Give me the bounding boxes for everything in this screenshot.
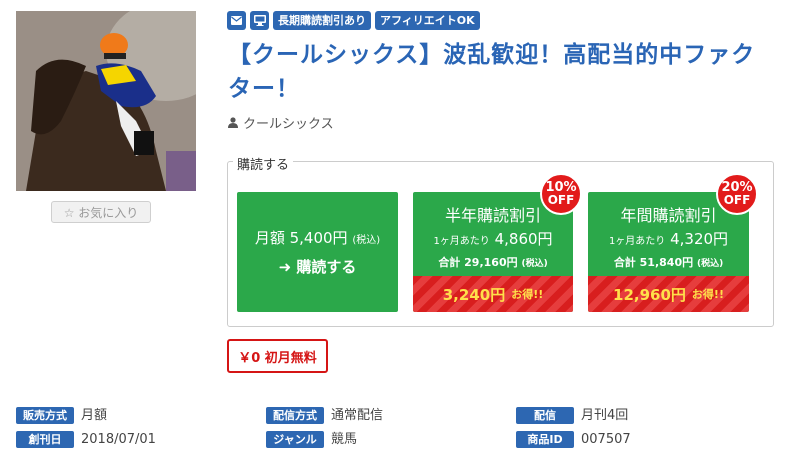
year-total: 合計 51,840円 (税込) (588, 254, 749, 270)
year-total-label: 合計 (613, 256, 636, 269)
meta-label-delivery: 配信 (516, 407, 574, 424)
year-per-month: 1ヶ月あたり 4,320円 (588, 228, 749, 249)
year-savings: 12,960円 お得!! (588, 276, 749, 312)
meta-label-product-id: 商品ID (516, 431, 574, 448)
year-per-month-value: 4,320円 (670, 230, 729, 248)
author[interactable]: クールシックス (228, 113, 334, 132)
meta-value-delivery-method: 通常配信 (331, 408, 384, 423)
meta-value-delivery: 月刊4回 (581, 408, 629, 423)
half-year-total: 合計 29,160円 (税込) (413, 254, 573, 270)
year-badge-off: OFF (723, 193, 751, 207)
monthly-price-value: 月額 5,400円 (254, 229, 348, 247)
star-outline-icon: ☆ (63, 206, 75, 220)
half-year-savings-amount: 3,240円 (442, 285, 506, 304)
year-discount-badge: 20% OFF (716, 173, 758, 215)
tag-long-term-discount: 長期購読割引あり (273, 11, 371, 30)
half-year-savings: 3,240円 お得!! (413, 276, 573, 312)
page-title: 【クールシックス】波乱歓迎！高配当的中ファクター！ (228, 42, 756, 102)
half-year-total-value: 29,160円 (464, 256, 518, 269)
year-tax-label: (税込) (696, 259, 724, 269)
tag-list: 長期購読割引あり アフィリエイトOK (227, 11, 480, 30)
meta-value-genre: 競馬 (331, 432, 358, 447)
monthly-tax-label: (税込) (352, 235, 381, 246)
favorite-label: お気に入り (78, 206, 139, 220)
monthly-plan-button[interactable]: 月額 5,400円 (税込) ➜ 購読する (237, 192, 398, 312)
half-year-tax-label: (税込) (521, 259, 548, 269)
year-per-month-label: 1ヶ月あたり (608, 236, 666, 247)
author-name: クールシックス (243, 117, 334, 132)
meta-value-sales-method: 月額 (81, 408, 108, 423)
meta-label-sales-method: 販売方式 (16, 407, 74, 424)
meta-value-product-id: 007507 (581, 432, 631, 447)
meta-label-delivery-method: 配信方式 (266, 407, 324, 424)
monthly-cta: ➜ 購読する (279, 256, 357, 277)
tag-affiliate: アフィリエイトOK (375, 11, 480, 30)
first-month-free-badge: ￥0 初月無料 (227, 339, 328, 373)
meta-value-launch-date: 2018/07/01 (81, 432, 156, 447)
meta-label-launch-date: 創刊日 (16, 431, 74, 448)
arrow-right-icon: ➜ (278, 258, 292, 276)
half-year-otoku-label: お得!! (511, 288, 544, 301)
half-year-per-month-label: 1ヶ月あたり (433, 236, 490, 247)
year-savings-amount: 12,960円 (613, 285, 686, 304)
monthly-cta-label: 購読する (296, 258, 357, 276)
half-year-discount-badge: 10% OFF (540, 173, 582, 215)
half-year-total-label: 合計 (438, 256, 461, 269)
monthly-price: 月額 5,400円 (税込) (255, 227, 380, 248)
monitor-icon (253, 15, 266, 26)
year-otoku-label: お得!! (691, 288, 724, 301)
year-total-value: 51,840円 (639, 256, 694, 269)
mail-tag (227, 11, 246, 30)
user-icon (228, 117, 238, 128)
half-year-per-month: 1ヶ月あたり 4,860円 (413, 228, 573, 249)
web-tag (250, 11, 269, 30)
favorite-button[interactable]: ☆ お気に入り (51, 201, 151, 223)
half-year-badge-off: OFF (547, 193, 575, 207)
jockey-horse-illustration (16, 11, 196, 191)
half-year-per-month-value: 4,860円 (494, 230, 553, 248)
product-image (16, 11, 196, 191)
mail-icon (231, 16, 242, 25)
subscribe-legend: 購読する (233, 154, 294, 173)
meta-label-genre: ジャンル (266, 431, 324, 448)
